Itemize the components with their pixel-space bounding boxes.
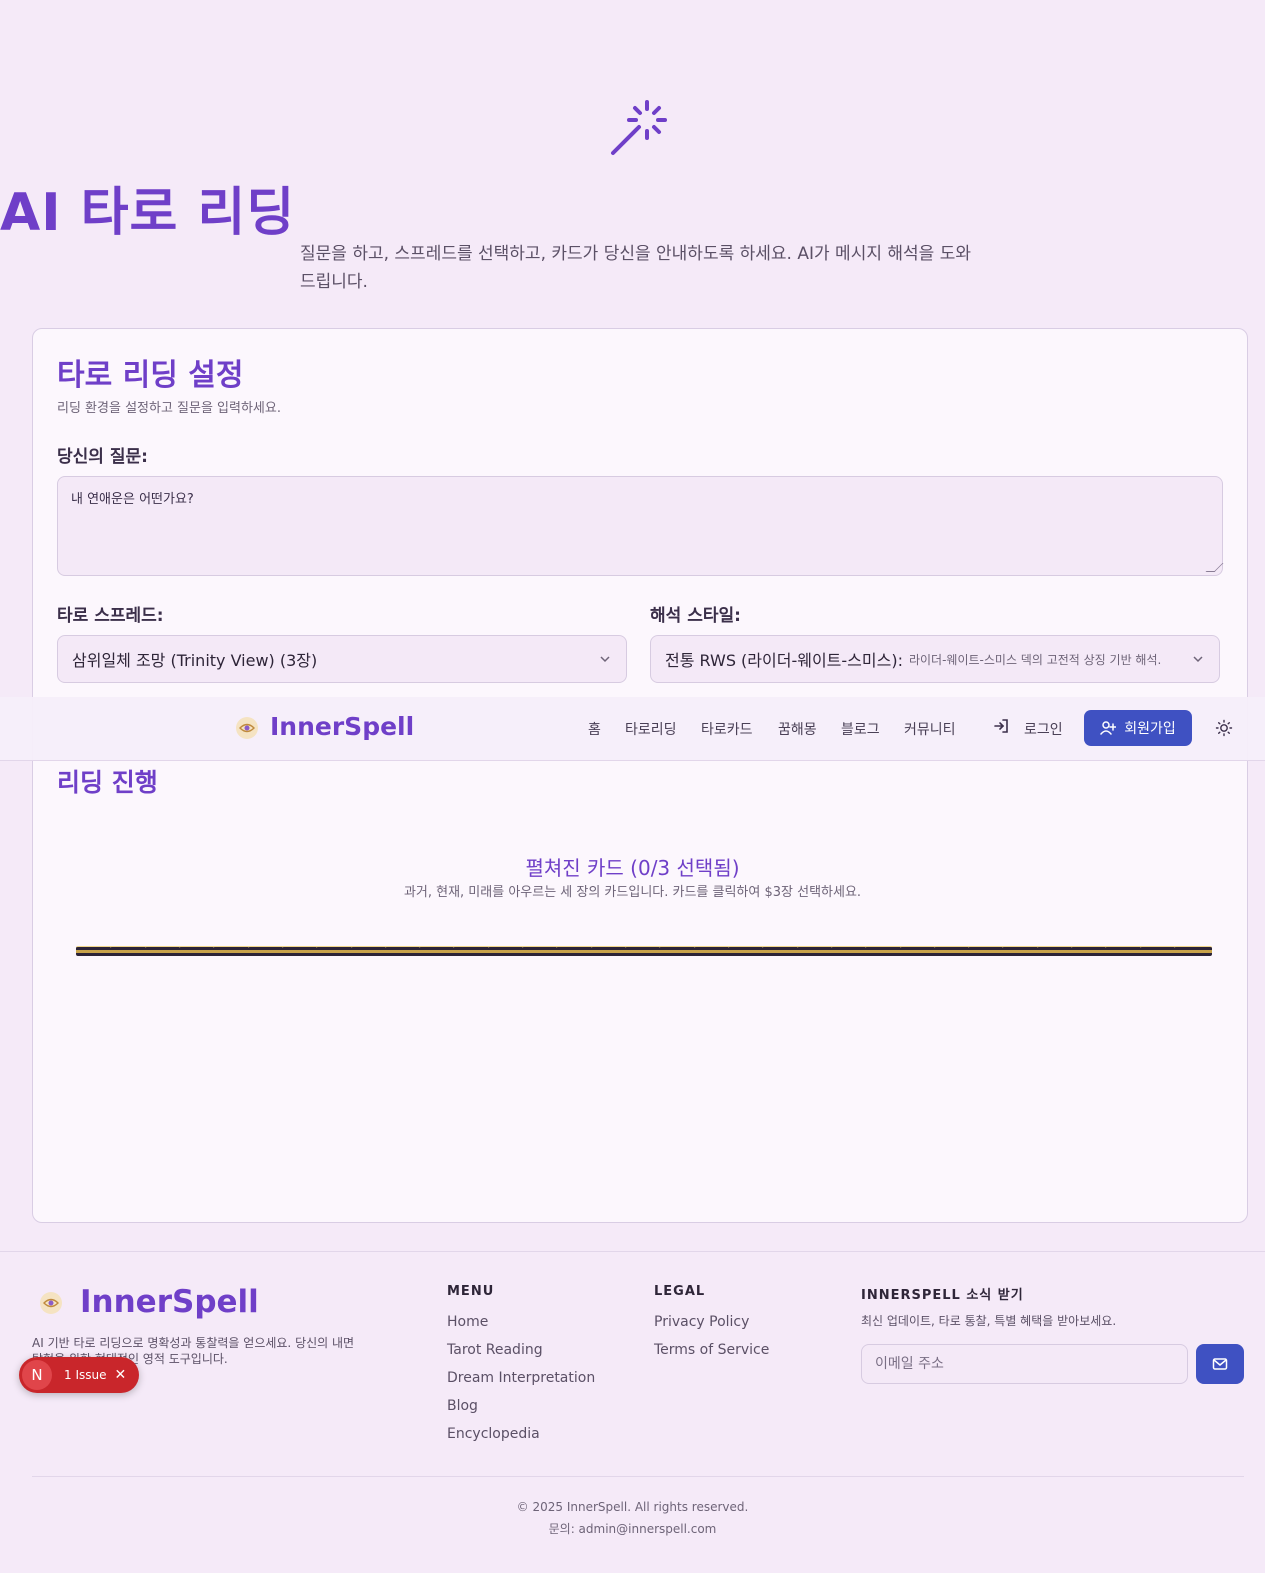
chevron-down-icon [600,656,610,663]
footer-logo-icon[interactable] [38,1290,64,1316]
tarot-card-back[interactable] [1139,946,1178,956]
tarot-card-back[interactable] [316,946,355,956]
tarot-card-back[interactable] [590,946,629,956]
footer-legal-heading: LEGAL [654,1284,706,1299]
tarot-card-back[interactable] [933,946,972,956]
navbar: InnerSpell 홈 타로리딩 타로카드 꿈해몽 블로그 커뮤니티 로그인 … [0,697,1265,761]
nav-link-blog[interactable]: 블로그 [841,719,880,739]
tarot-card-back[interactable] [110,946,149,956]
tarot-card-back[interactable] [727,946,766,956]
settings-title: 타로 리딩 설정 [57,358,244,393]
tarot-card-back[interactable] [487,946,526,956]
issue-badge-letter: N [22,1360,52,1390]
tarot-card-back[interactable] [1002,946,1041,956]
nav-link-community[interactable]: 커뮤니티 [904,719,956,739]
page-title: AI 타로 리딩 [0,183,296,243]
spread-cards-description: 과거, 현재, 미래를 아우르는 세 장의 카드입니다. 카드를 클릭하여 $3… [403,885,862,900]
settings-description: 리딩 환경을 설정하고 질문을 입력하세요. [57,401,281,416]
tarot-card-back[interactable] [625,946,663,956]
tarot-card-back[interactable] [968,946,1007,956]
spread-select-value: 삼위일체 조망 (Trinity View) (3장) [72,651,318,670]
tarot-card-back[interactable] [384,946,423,956]
magic-wand-icon [611,100,667,155]
tarot-card-back[interactable] [762,946,801,956]
tarot-card-back[interactable] [899,946,938,956]
issue-badge-label: 1 Issue [64,1368,107,1382]
tarot-card-back[interactable] [522,946,561,956]
tarot-card-back[interactable] [1071,946,1110,956]
newsletter-email-input[interactable] [861,1344,1188,1384]
login-icon[interactable] [992,717,1010,735]
nav-link-dream[interactable]: 꿈해몽 [778,719,817,739]
tarot-card-back[interactable] [1174,946,1212,956]
footer-link-terms[interactable]: Terms of Service [654,1342,769,1358]
user-plus-icon [1100,721,1117,735]
tarot-card-back[interactable] [453,946,492,956]
reading-card [32,328,1248,1223]
footer-divider [32,1476,1244,1477]
question-label: 당신의 질문: [57,447,148,467]
footer-top-border [0,1251,1265,1252]
tarot-card-back[interactable] [213,946,252,956]
tarot-card-back[interactable] [693,946,732,956]
newsletter-description: 최신 업데이트, 타로 통찰, 특별 혜택을 받아보세요. [861,1314,1117,1328]
question-input[interactable] [57,476,1223,576]
tarot-card-back[interactable] [247,946,286,956]
tarot-card-back[interactable] [144,946,183,956]
nav-link-tarot-cards[interactable]: 타로카드 [701,719,753,739]
spread-select[interactable]: 삼위일체 조망 (Trinity View) (3장) [57,635,627,683]
footer-menu-heading: MENU [447,1284,495,1299]
footer-link-home[interactable]: Home [447,1314,488,1330]
signup-button[interactable]: 회원가입 [1084,710,1192,746]
footer-link-blog[interactable]: Blog [447,1398,478,1414]
issue-badge[interactable]: N 1 Issue ✕ [19,1357,139,1393]
tarot-card-back[interactable] [796,946,835,956]
style-select-description: 라이더-웨이트-스미스 덱의 고전적 상징 기반 해석. [908,652,1162,667]
tarot-card-back[interactable] [76,946,114,956]
contact-text: 문의: admin@innerspell.com [548,1522,717,1536]
tarot-card-back[interactable] [659,946,698,956]
reading-progress-title: 리딩 진행 [57,768,158,797]
copyright-text: © 2025 InnerSpell. All rights reserved. [516,1500,749,1514]
navbar-brand[interactable]: InnerSpell [270,712,414,741]
newsletter-submit-button[interactable] [1196,1344,1244,1384]
footer-link-privacy[interactable]: Privacy Policy [654,1314,749,1330]
card-spread [76,946,1212,956]
footer-link-tarot-reading[interactable]: Tarot Reading [447,1342,543,1358]
tarot-card-back[interactable] [865,946,904,956]
page-subtitle: 질문을 하고, 스프레드를 선택하고, 카드가 당신을 안내하도록 하세요. A… [300,244,971,292]
tarot-card-back[interactable] [1105,946,1144,956]
nav-link-home[interactable]: 홈 [588,719,601,739]
tarot-card-back[interactable] [1036,946,1075,956]
close-icon[interactable]: ✕ [114,1367,126,1383]
style-label: 해석 스타일: [650,606,741,626]
tarot-card-back[interactable] [178,946,217,956]
footer-link-encyclopedia[interactable]: Encyclopedia [447,1426,540,1442]
tarot-card-back[interactable] [281,946,320,956]
signup-button-label: 회원가입 [1124,721,1176,737]
login-link[interactable]: 로그인 [1024,719,1063,739]
tarot-card-back[interactable] [830,946,869,956]
spread-label: 타로 스프레드: [57,606,164,626]
tarot-card-back[interactable] [556,946,595,956]
style-select-value: 전통 RWS (라이더-웨이트-스미스): [665,651,903,670]
mail-icon [1212,1358,1228,1370]
footer-link-dream-interpretation[interactable]: Dream Interpretation [447,1370,595,1386]
newsletter-heading: INNERSPELL 소식 받기 [861,1288,1024,1303]
logo-icon[interactable] [234,715,260,741]
chevron-down-icon [1193,656,1203,663]
style-select[interactable]: 전통 RWS (라이더-웨이트-스미스): 라이더-웨이트-스미스 덱의 고전적… [650,635,1220,683]
tarot-card-back[interactable] [419,946,458,956]
tarot-card-back[interactable] [350,946,389,956]
theme-toggle-icon[interactable] [1215,719,1233,737]
nav-link-tarot-reading[interactable]: 타로리딩 [625,719,677,739]
spread-cards-title: 펼쳐진 카드 (0/3 선택됨) [525,856,740,880]
footer-brand[interactable]: InnerSpell [80,1284,259,1320]
